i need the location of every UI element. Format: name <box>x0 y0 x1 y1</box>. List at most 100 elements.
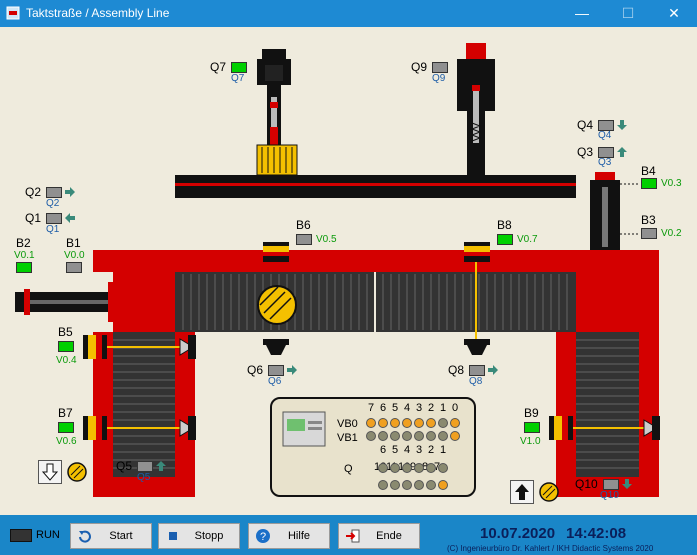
plc-device-icon <box>282 411 326 447</box>
label-q2: Q2 <box>25 185 42 199</box>
led-b3 <box>641 228 657 239</box>
sub-q1: Q1 <box>46 224 60 235</box>
arrow-left-icon <box>65 213 75 223</box>
plc-bit-label: 2 <box>428 402 435 414</box>
plc-bit-label: 0 <box>452 402 459 414</box>
workpiece <box>257 285 297 325</box>
label-q8: Q8 <box>448 363 465 377</box>
stop-button[interactable]: Stopp <box>158 523 240 549</box>
sub-q9: Q9 <box>432 73 446 84</box>
led-b5 <box>58 341 74 352</box>
q-row2-leds <box>378 480 448 490</box>
plant-canvas: Q7 Q7 Q9 Q9 Q4 Q4 Q3 Q3 B4 V0.3 B3 V0.2 … <box>0 27 697 515</box>
workpiece-icon <box>67 462 87 482</box>
label-q6: Q6 <box>247 363 264 377</box>
label-b3: B3 <box>641 213 656 227</box>
label-q1: Q1 <box>25 211 42 225</box>
sub-q10: Q10 <box>600 490 619 501</box>
label-q5: Q5 <box>116 459 133 473</box>
maximize-button[interactable]: ☐ <box>605 0 651 27</box>
var-b8: V0.7 <box>517 234 538 245</box>
help-button[interactable]: ? Hilfe <box>248 523 330 549</box>
plc-vb0-label: VB0 <box>337 418 358 430</box>
plc-vb1-label: VB1 <box>337 432 358 444</box>
arrow-up-icon <box>515 484 529 500</box>
plc-leds <box>366 418 460 490</box>
run-indicator <box>10 529 32 542</box>
minimize-button[interactable]: — <box>559 0 605 27</box>
add-workpiece-button[interactable] <box>510 480 534 504</box>
arrow-right-icon <box>488 365 498 375</box>
arrow-right-icon <box>287 365 297 375</box>
label-b2: B2 <box>16 236 31 250</box>
window-title: Taktstraße / Assembly Line <box>26 6 170 20</box>
time-display: 14:42:08 <box>566 525 627 542</box>
plc-bit-label: 1 <box>440 402 447 414</box>
led-q8 <box>469 365 485 376</box>
remove-workpiece-button[interactable] <box>38 460 62 484</box>
led-q2 <box>46 187 62 198</box>
plc-bit-label: 3 <box>416 402 423 414</box>
sub-q6: Q6 <box>268 376 282 387</box>
label-b4: B4 <box>641 164 656 178</box>
plc-bit-label: 4 <box>404 402 411 414</box>
led-b9 <box>524 422 540 433</box>
var-b3: V0.2 <box>661 228 682 239</box>
run-label: RUN <box>36 529 60 541</box>
label-q10: Q10 <box>575 477 598 491</box>
var-b7: V0.6 <box>56 436 77 447</box>
led-q1 <box>46 213 62 224</box>
led-q5 <box>137 461 153 472</box>
label-b6: B6 <box>296 218 311 232</box>
label-b5: B5 <box>58 325 73 339</box>
title-bar: Taktstraße / Assembly Line — ☐ ✕ <box>0 0 697 27</box>
sub-q3: Q3 <box>598 157 612 168</box>
arrow-up-icon <box>156 461 166 471</box>
arrow-down-icon <box>41 463 59 481</box>
var-b9: V1.0 <box>520 436 541 447</box>
copyright-text: (C) Ingenieurbüro Dr. Kahlert / IKH Dida… <box>447 544 654 553</box>
plc-panel: VB0 VB1 Q 76543210654321121110987 <box>270 397 476 497</box>
q-row1-leds <box>378 463 448 473</box>
press-q7-workpiece <box>256 144 298 176</box>
close-button[interactable]: ✕ <box>651 0 697 27</box>
led-q7 <box>231 62 247 73</box>
arrow-up-icon <box>617 147 627 157</box>
vb1-leds <box>366 431 460 441</box>
led-b7 <box>58 422 74 433</box>
plc-bit-label: 7 <box>368 402 375 414</box>
start-button[interactable]: Start <box>70 523 152 549</box>
label-b7: B7 <box>58 406 73 420</box>
sub-q4: Q4 <box>598 130 612 141</box>
date-display: 10.07.2020 <box>480 525 556 542</box>
var-b1: V0.0 <box>64 250 85 261</box>
led-b8 <box>497 234 513 245</box>
var-b2: V0.1 <box>14 250 35 261</box>
plc-bit-label: 5 <box>392 402 399 414</box>
led-b4 <box>641 178 657 189</box>
plc-bit-label: 6 <box>380 402 387 414</box>
label-b1: B1 <box>66 236 81 250</box>
led-b1 <box>66 262 82 273</box>
upper-rail <box>175 175 576 198</box>
label-q7: Q7 <box>210 60 227 74</box>
led-q6 <box>268 365 284 376</box>
exit-button[interactable]: Ende <box>338 523 420 549</box>
arrow-down-icon <box>617 120 627 130</box>
led-b6 <box>296 234 312 245</box>
label-q9: Q9 <box>411 60 428 74</box>
label-q4: Q4 <box>577 118 594 132</box>
var-b6: V0.5 <box>316 234 337 245</box>
sub-q7: Q7 <box>231 73 245 84</box>
var-b4: V0.3 <box>661 178 682 189</box>
status-bar: RUN Start Stopp ? Hilfe Ende 10.07.2020 … <box>0 515 697 555</box>
sub-q5: Q5 <box>137 472 151 483</box>
app-icon <box>6 6 20 20</box>
arrow-down-icon <box>622 479 632 489</box>
sub-q8: Q8 <box>469 376 483 387</box>
led-q10 <box>603 479 619 490</box>
var-b5: V0.4 <box>56 355 77 366</box>
label-q3: Q3 <box>577 145 594 159</box>
sub-q2: Q2 <box>46 198 60 209</box>
arrow-right-icon <box>65 187 75 197</box>
